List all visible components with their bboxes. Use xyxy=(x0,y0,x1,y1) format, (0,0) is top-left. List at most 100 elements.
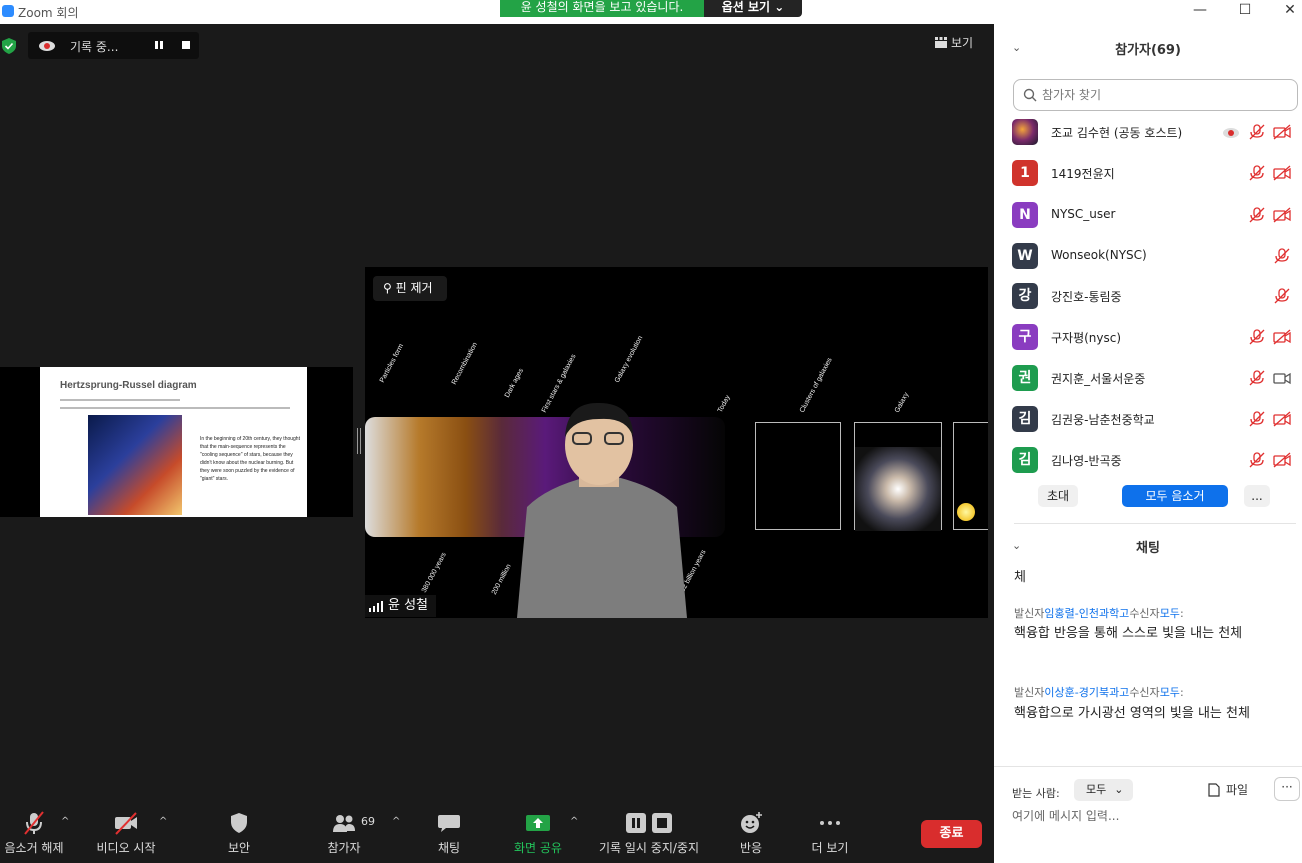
avatar: 권 xyxy=(1012,365,1038,391)
participants-count: 69 xyxy=(361,815,375,828)
participant-row[interactable]: 김 김나영-반곡중 xyxy=(1012,443,1296,477)
label-380k-years: 380 000 years xyxy=(420,551,448,594)
label-dark-ages: Dark ages xyxy=(503,367,525,399)
video-off-icon xyxy=(1273,411,1291,427)
participants-label: 참가자 xyxy=(327,841,361,855)
sun-image xyxy=(957,503,975,521)
slide-text-line xyxy=(60,399,180,401)
participant-row[interactable]: 김 김권웅-남춘천중학교 xyxy=(1012,402,1296,436)
participant-search-input[interactable]: 참가자 찾기 xyxy=(1013,79,1298,111)
avatar: 김 xyxy=(1012,447,1038,473)
shield-icon xyxy=(231,813,247,833)
share-screen-button[interactable]: 화면 공유 xyxy=(510,810,566,856)
chat-sender-link[interactable]: 임홍렬-인천과학고 xyxy=(1044,607,1129,620)
speaker-video-feed xyxy=(517,402,687,618)
microphone-muted-icon xyxy=(1248,165,1266,181)
search-icon xyxy=(1023,88,1037,102)
unpin-button[interactable]: ⚲ 핀 제거 xyxy=(373,276,447,301)
participant-row[interactable]: 권 권지훈_서울서운중 xyxy=(1012,361,1296,395)
cloud-record-icon xyxy=(39,41,55,51)
reactions-button[interactable]: 반응 xyxy=(736,810,766,856)
security-button[interactable]: 보안 xyxy=(219,810,259,856)
recording-indicator: 기록 중... xyxy=(28,32,199,59)
unmute-label: 음소거 해제 xyxy=(4,841,64,855)
chat-bubble-icon xyxy=(438,815,460,832)
microphone-muted-icon xyxy=(1248,452,1266,468)
cluster-frame xyxy=(755,422,841,530)
participants-button[interactable]: 참가자 xyxy=(322,810,366,856)
chat-message-text: 핵융합 반응을 통해 스스로 빛을 내는 천체 xyxy=(1014,626,1243,641)
close-button[interactable]: ✕ xyxy=(1270,0,1302,24)
panel-splitter-handle[interactable] xyxy=(357,428,361,454)
start-video-button[interactable]: 비디오 시작 xyxy=(93,810,159,856)
meeting-toolbar: 음소거 해제 ^ 비디오 시작 ^ 보안 참가자 69 ^ 채팅 화면 공유 ^… xyxy=(0,806,994,863)
participant-row[interactable]: 강 강진호-통림중 xyxy=(1012,279,1296,313)
recipient-select[interactable]: 모두 ⌄ xyxy=(1074,779,1133,801)
share-options-caret[interactable]: ^ xyxy=(570,816,578,827)
hr-diagram-image xyxy=(88,415,182,515)
participant-row[interactable]: W Wonseok(NYSC) xyxy=(1012,239,1296,273)
side-panel: ⌄ 참가자(69) 참가자 찾기 조교 김수현 (공동 호스트) 1 1419전윤지… xyxy=(994,24,1302,863)
participant-name: 구자평(nysc) xyxy=(1051,331,1122,345)
participants-more-button[interactable]: ... xyxy=(1244,485,1270,507)
participant-row[interactable]: 구 구자평(nysc) xyxy=(1012,320,1296,354)
video-off-icon xyxy=(1273,165,1291,181)
microphone-muted-icon xyxy=(24,811,44,835)
chat-more-button[interactable]: ··· xyxy=(1274,777,1300,801)
chat-message-partial: 체 xyxy=(1014,570,1026,585)
share-screen-label: 화면 공유 xyxy=(514,841,562,855)
label-clusters: Clusters of galaxies xyxy=(798,356,834,414)
file-button[interactable]: 파일 xyxy=(1208,781,1248,798)
end-meeting-button[interactable]: 종료 xyxy=(921,820,982,848)
search-placeholder: 참가자 찾기 xyxy=(1042,88,1102,102)
chat-message-input[interactable]: 여기에 메시지 입력... xyxy=(1012,807,1119,824)
pinned-video[interactable]: Particles form Recombination Dark ages F… xyxy=(365,267,988,618)
participant-name: NYSC_user xyxy=(1051,207,1116,221)
pause-recording-icon[interactable] xyxy=(152,38,166,52)
unmute-button[interactable]: 음소거 해제 xyxy=(2,810,66,856)
avatar: 김 xyxy=(1012,406,1038,432)
participants-options-caret[interactable]: ^ xyxy=(392,816,400,827)
recording-label: 기록 중... xyxy=(70,40,119,54)
section-divider xyxy=(1014,523,1296,524)
participant-name: 조교 김수현 (공동 호스트) xyxy=(1051,126,1183,140)
view-options-button[interactable]: 옵션 보기 ⌄ xyxy=(704,0,802,17)
more-dots-icon xyxy=(820,821,840,825)
start-video-label: 비디오 시작 xyxy=(96,841,156,855)
file-icon xyxy=(1208,782,1220,797)
stop-recording-icon[interactable] xyxy=(179,38,193,52)
chat-sender-link[interactable]: 이상훈-경기북과고 xyxy=(1044,686,1129,699)
mute-all-button[interactable]: 모두 음소거 xyxy=(1122,485,1228,507)
participant-row[interactable]: N NYSC_user xyxy=(1012,198,1296,232)
video-options-caret[interactable]: ^ xyxy=(159,816,167,827)
video-on-icon xyxy=(1273,370,1291,386)
microphone-muted-icon xyxy=(1248,124,1266,140)
encryption-shield-icon[interactable] xyxy=(2,38,16,54)
view-layout-button[interactable]: 보기 xyxy=(935,34,973,51)
unpin-label: 핀 제거 xyxy=(395,281,433,295)
label-particles: Particles form xyxy=(378,342,406,384)
pause-stop-recording-button[interactable]: 기록 일시 중지/중지 xyxy=(594,810,704,856)
microphone-muted-icon xyxy=(1273,248,1291,264)
chat-label: 채팅 xyxy=(437,841,461,855)
chevron-down-icon: ⌄ xyxy=(1114,783,1124,796)
participant-row[interactable]: 1 1419전윤지 xyxy=(1012,156,1296,190)
audio-options-caret[interactable]: ^ xyxy=(61,816,69,827)
chat-header: 채팅 xyxy=(1136,541,1160,556)
maximize-button[interactable]: ☐ xyxy=(1225,0,1265,24)
participant-name: 권지훈_서울서운중 xyxy=(1051,372,1146,386)
participant-row[interactable]: 조교 김수현 (공동 호스트) xyxy=(1012,115,1296,149)
video-camera-off-icon xyxy=(115,812,137,835)
avatar: 구 xyxy=(1012,324,1038,350)
zoom-app-icon xyxy=(2,5,14,17)
shared-screen-thumbnail[interactable]: Hertzsprung-Russel diagram In the beginn… xyxy=(0,367,353,517)
chat-button[interactable]: 채팅 xyxy=(432,810,466,856)
galaxy-image xyxy=(855,447,941,531)
slide-content: Hertzsprung-Russel diagram In the beginn… xyxy=(40,367,307,517)
microphone-muted-icon xyxy=(1273,288,1291,304)
security-label: 보안 xyxy=(227,841,251,855)
slide-text-line xyxy=(60,407,290,409)
invite-button[interactable]: 초대 xyxy=(1038,485,1078,507)
more-button[interactable]: 더 보기 xyxy=(809,810,851,856)
minimize-button[interactable]: — xyxy=(1180,0,1220,24)
